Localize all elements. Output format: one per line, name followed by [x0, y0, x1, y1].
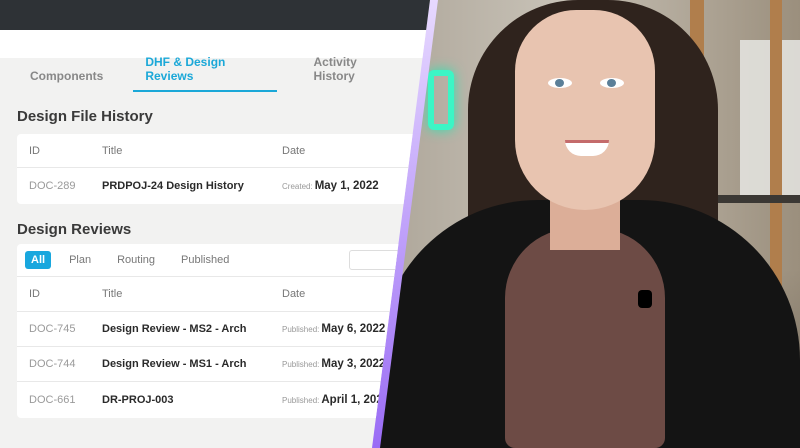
- person-face: [515, 10, 655, 210]
- design-reviews-title: Design Reviews: [17, 221, 132, 238]
- filter-plan[interactable]: Plan: [69, 254, 91, 266]
- filter-bar: All Plan Routing Published: [17, 244, 430, 276]
- doc-id: DOC-744: [29, 358, 76, 370]
- date-label: Published:: [282, 360, 320, 369]
- doc-date: Published: May 3, 2022: [282, 358, 385, 370]
- person-top: [505, 228, 665, 448]
- top-bar: [0, 0, 430, 30]
- date-label: Created:: [282, 182, 313, 191]
- doc-title[interactable]: Design Review - MS2 - Arch: [102, 323, 246, 335]
- design-file-history-table: ID Title Date DOC-289 PRDPOJ-24 Design H…: [17, 134, 430, 204]
- tab-dhf-design-reviews[interactable]: DHF & Design Reviews: [133, 55, 278, 92]
- col-id-header: ID: [29, 144, 40, 157]
- date-label: Published:: [282, 396, 320, 405]
- doc-id: DOC-661: [29, 394, 76, 406]
- doc-id: DOC-745: [29, 323, 76, 335]
- date-label: Published:: [282, 325, 320, 334]
- doc-title[interactable]: DR-PROJ-003: [102, 394, 174, 406]
- filter-routing[interactable]: Routing: [117, 254, 155, 266]
- sub-bar: [0, 30, 430, 58]
- app-panel: Components DHF & Design Reviews Activity…: [0, 0, 430, 448]
- col-date-header: Date: [282, 144, 306, 157]
- col-title-header: Title: [102, 288, 123, 300]
- tab-bar: Components DHF & Design Reviews Activity…: [0, 55, 430, 92]
- person-eye: [548, 78, 572, 88]
- person-eye: [600, 78, 624, 88]
- lapel-mic: [638, 290, 652, 308]
- design-file-history-title: Design File History: [17, 108, 153, 125]
- filter-all[interactable]: All: [25, 251, 52, 269]
- doc-title[interactable]: Design Review - MS1 - Arch: [102, 358, 246, 370]
- doc-date: Created: May 1, 2022: [282, 180, 379, 192]
- doc-title[interactable]: PRDPOJ-24 Design History: [102, 180, 244, 192]
- tab-components[interactable]: Components: [30, 69, 103, 92]
- date-value: May 3, 2022: [321, 358, 386, 370]
- tab-activity-history[interactable]: Activity History: [313, 55, 394, 92]
- col-date-header: Date: [282, 288, 306, 300]
- date-value: May 1, 2022: [314, 180, 379, 192]
- table-header-row: ID Title Date: [17, 134, 430, 168]
- col-title-header: Title: [102, 144, 123, 157]
- neon-sign: [428, 70, 454, 130]
- table-row[interactable]: DOC-289 PRDPOJ-24 Design History Created…: [17, 168, 430, 204]
- doc-date: Published: April 1, 2022: [282, 394, 389, 406]
- filter-published[interactable]: Published: [181, 254, 229, 266]
- doc-date: Published: May 6, 2022: [282, 323, 385, 335]
- col-id-header: ID: [29, 288, 40, 300]
- date-value: May 6, 2022: [321, 323, 386, 335]
- doc-id: DOC-289: [29, 180, 76, 192]
